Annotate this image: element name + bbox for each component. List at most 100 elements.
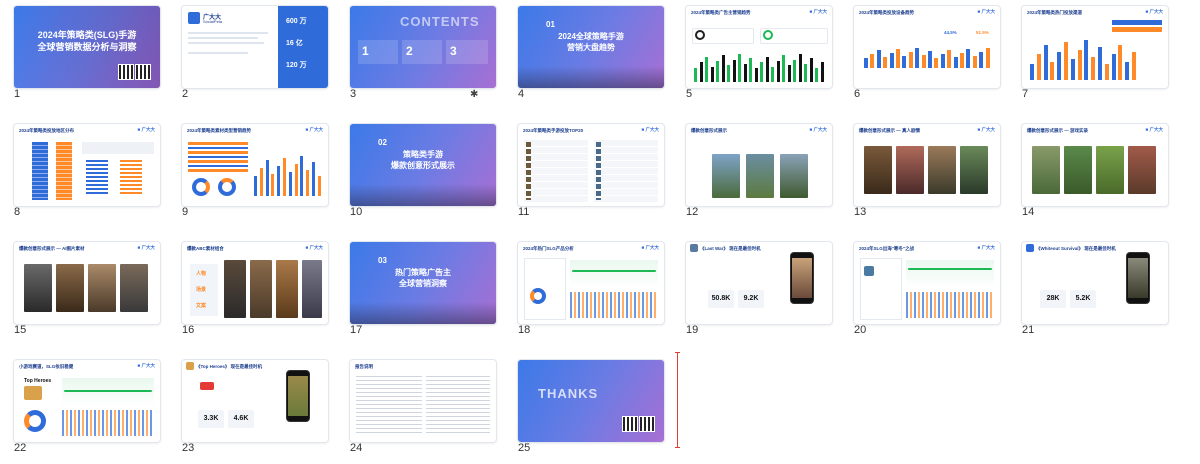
mini-chart-bar: [1057, 52, 1062, 80]
slide-14-preview[interactable]: 爆款创意形式展示 — 游戏实录 ■ 广大大: [1022, 124, 1168, 206]
slide-thumbnail-19[interactable]: 《Last War》 现在是最佳时机 50.8K 9.2K 19: [672, 236, 832, 340]
slide-number: 11: [518, 206, 530, 218]
mini-chart-bar: [876, 50, 881, 68]
mini-chart-bar: [793, 59, 796, 82]
mini-chart-bar: [288, 172, 292, 196]
slide-3-preview[interactable]: CONTENTS 1 2 3: [350, 6, 496, 88]
slide-thumbnail-21[interactable]: 《Whiteout Survival》 现在是最佳时机 28K 5.2K 21: [1008, 236, 1168, 340]
qr-code-icon: [639, 416, 655, 432]
slide-13-preview[interactable]: 爆款创意形式展示 — 真人剧情 ■ 广大大: [854, 124, 1000, 206]
mini-chart-bar: [271, 174, 275, 196]
mini-chart-bar: [1125, 61, 1130, 80]
slide-thumbnail-7[interactable]: 2024年策略类热门投放渠道 ■ 广大大 7: [1008, 0, 1168, 104]
slide-16-preview[interactable]: 爆款ABC素材组合 ■ 广大大 人物 场景 文案: [182, 242, 328, 324]
mini-chart-bar: [979, 52, 984, 68]
slide-thumbnail-13[interactable]: 爆款创意形式展示 — 真人剧情 ■ 广大大 13: [840, 118, 1000, 222]
slide-thumbnail-11[interactable]: 2024年策略类手游投放TOP20 ■ 广大大 11: [504, 118, 664, 222]
mini-chart-bar: [259, 168, 263, 196]
game-icon: [1026, 244, 1034, 252]
slide-thumbnail-25[interactable]: THANKS 25: [504, 354, 664, 458]
slide-thumbnail-17[interactable]: 03 热门策略广告主 全球营销洞察 17: [336, 236, 496, 340]
slide-thumbnail-2[interactable]: 广大大 SocialPeta 600 万 16 亿 120 万 2: [168, 0, 328, 104]
slide-2-preview[interactable]: 广大大 SocialPeta 600 万 16 亿 120 万: [182, 6, 328, 88]
slide-thumbnail-4[interactable]: 01 2024全球策略手游 营销大盘趋势 4: [504, 0, 664, 104]
slide-thumbnail-20[interactable]: 2024年SLG出海"寒冬"之战 ■ 广大大 20: [840, 236, 1000, 340]
mini-chart-bar: [312, 162, 315, 196]
slide-17-preview[interactable]: 03 热门策略广告主 全球营销洞察: [350, 242, 496, 324]
brand-logo-icon: ■ 广大大: [977, 245, 995, 250]
toc-number: 1: [362, 44, 369, 58]
slide-number: 12: [686, 206, 699, 218]
slide-24-preview[interactable]: 报告说明: [350, 360, 496, 442]
slide-5-preview[interactable]: 2024年策略类广告主营销趋势 ■ 广大大: [686, 6, 832, 88]
slide-12-preview[interactable]: 爆款创意形式展示 ■ 广大大: [686, 124, 832, 206]
slide-22-preview[interactable]: 小游戏赛道，SLG依旧稳健 ■ 广大大 Top Heroes: [14, 360, 160, 442]
slide-thumbnail-16[interactable]: 爆款ABC素材组合 ■ 广大大 人物 场景 文案 16: [168, 236, 328, 340]
slide-thumbnail-8[interactable]: 2024年策略类投放地区分布 ■ 广大大 8: [0, 118, 160, 222]
slide-15-preview[interactable]: 爆款创意形式展示 — AI图片素材 ■ 广大大: [14, 242, 160, 324]
mini-chart-bar: [306, 170, 310, 196]
slide-thumbnail-18[interactable]: 2024年热门SLG产品分析 ■ 广大大 18: [504, 236, 664, 340]
qr-code-icon: [118, 64, 134, 80]
slide-11-preview[interactable]: 2024年策略类手游投放TOP20 ■ 广大大: [518, 124, 664, 206]
mini-chart-bar: [1077, 49, 1082, 80]
slide-20-preview[interactable]: 2024年SLG出海"寒冬"之战 ■ 广大大: [854, 242, 1000, 324]
mini-chart-bar: [947, 50, 952, 68]
slide-number: 18: [518, 324, 531, 336]
slide-thumbnail-14[interactable]: 爆款创意形式展示 — 游戏实录 ■ 广大大 14: [1008, 118, 1168, 222]
slide-7-preview[interactable]: 2024年策略类热门投放渠道 ■ 广大大: [1022, 6, 1168, 88]
stat-value: 3.3K: [198, 410, 224, 428]
mini-chart-bar: [710, 66, 714, 82]
slide-22-title: 小游戏赛道，SLG依旧稳健: [19, 364, 74, 369]
slide-number: 17: [350, 324, 363, 336]
mini-chart-bar: [1030, 64, 1034, 80]
slide-21-preview[interactable]: 《Whiteout Survival》 现在是最佳时机 28K 5.2K: [1022, 242, 1168, 324]
slide-23-preview[interactable]: 《Top Heroes》 现在是最佳时机 3.3K 4.6K: [182, 360, 328, 442]
slide-thumbnail-1[interactable]: 2024年策略类(SLG)手游 全球营销数据分析与洞察 1: [0, 0, 160, 104]
mini-chart-bar: [743, 63, 747, 82]
slide-9-preview[interactable]: 2024年策略类素材类型营销趋势 ■ 广大大: [182, 124, 328, 206]
mini-chart-bar: [265, 160, 269, 196]
brand-logo-icon: ■ 广大大: [977, 127, 995, 132]
slide-thumbnail-22[interactable]: 小游戏赛道，SLG依旧稳健 ■ 广大大 Top Heroes 22: [0, 354, 160, 458]
slide-25-preview[interactable]: THANKS: [518, 360, 664, 442]
slide-thumbnail-10[interactable]: 02 策略类手游 爆款创意形式展示 10: [336, 118, 496, 222]
mini-chart-bar: [1050, 61, 1055, 80]
slide-thumbnail-24[interactable]: 报告说明 24: [336, 354, 496, 458]
slide-8-preview[interactable]: 2024年策略类投放地区分布 ■ 广大大: [14, 124, 160, 206]
stat-value: 120 万: [286, 62, 307, 69]
brand-logo-icon: ■ 广大大: [809, 127, 827, 132]
slide-19-preview[interactable]: 《Last War》 现在是最佳时机 50.8K 9.2K: [686, 242, 832, 324]
slide-17-title: 热门策略广告主: [395, 268, 451, 277]
slide-number: 4: [518, 88, 525, 100]
slide-14-title: 爆款创意形式展示 — 游戏实录: [1027, 128, 1088, 133]
slide-thumbnail-6[interactable]: 2024年策略类投放设备趋势 ■ 广大大 44.5% 51.5% 6: [840, 0, 1000, 104]
slide-thumbnail-5[interactable]: 2024年策略类广告主营销趋势 ■ 广大大 5: [672, 0, 832, 104]
mini-chart-bar: [820, 62, 824, 82]
slide-number: 21: [1022, 324, 1035, 336]
slide-6-preview[interactable]: 2024年策略类投放设备趋势 ■ 广大大 44.5% 51.5%: [854, 6, 1000, 88]
slide-24-title: 报告说明: [355, 364, 373, 369]
brand-logo-icon: ■ 广大大: [137, 363, 155, 368]
slide-4-preview[interactable]: 01 2024全球策略手游 营销大盘趋势: [518, 6, 664, 88]
mini-chart-bar: [749, 58, 752, 82]
slide-number: 24: [350, 442, 363, 454]
mini-chart-bar: [1111, 54, 1116, 80]
slide-thumbnail-23[interactable]: 《Top Heroes》 现在是最佳时机 3.3K 4.6K 23: [168, 354, 328, 458]
slide-number: 15: [14, 324, 27, 336]
brand-logo-icon: ■ 广大大: [137, 127, 155, 132]
game-icon: [186, 362, 194, 370]
mini-chart-bar: [896, 49, 900, 68]
slide-thumbnail-12[interactable]: 爆款创意形式展示 ■ 广大大 12: [672, 118, 832, 222]
slide-thumbnail-9[interactable]: 2024年策略类素材类型营销趋势 ■ 广大大 9: [168, 118, 328, 222]
slide-10-preview[interactable]: 02 策略类手游 爆款创意形式展示: [350, 124, 496, 206]
slide-1-preview[interactable]: 2024年策略类(SLG)手游 全球营销数据分析与洞察: [14, 6, 160, 88]
slide-thumbnail-15[interactable]: 爆款创意形式展示 — AI图片素材 ■ 广大大 15: [0, 236, 160, 340]
slide-25-title: THANKS: [538, 386, 599, 401]
toc-number: 3: [450, 44, 457, 58]
slide-thumbnail-3[interactable]: CONTENTS 1 2 3 3 ✱: [336, 0, 496, 104]
mini-chart-bar: [277, 166, 281, 196]
mini-chart-bar: [721, 55, 725, 82]
slide-18-preview[interactable]: 2024年热门SLG产品分析 ■ 广大大: [518, 242, 664, 324]
abc-item: 文案: [196, 303, 207, 309]
